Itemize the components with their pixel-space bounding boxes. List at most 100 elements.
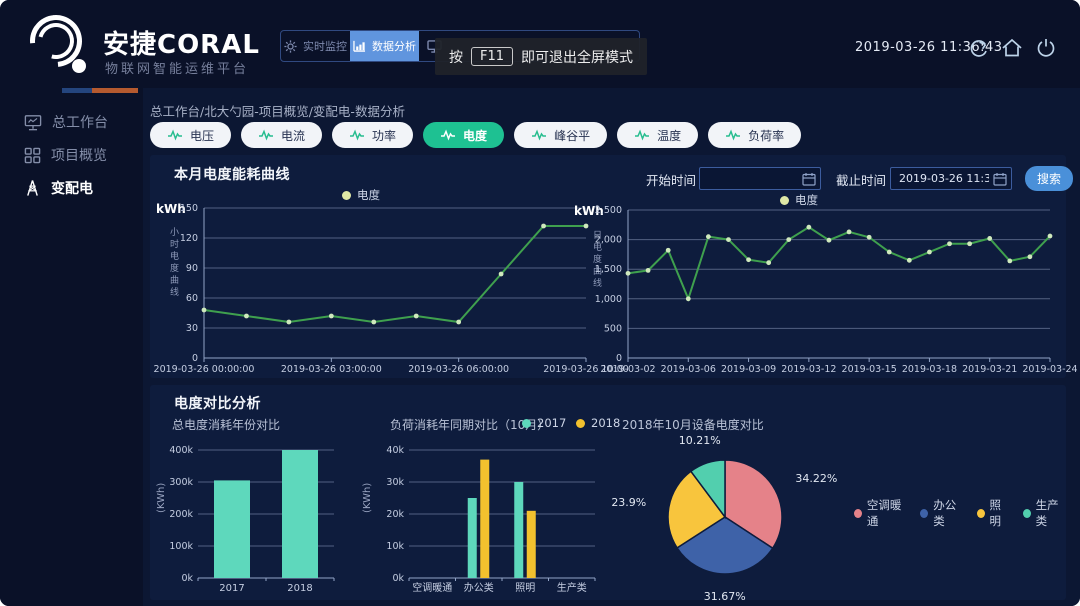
hourly-energy-line-chart: 03060901201502019-03-26 00:00:002019-03-… [158,195,596,381]
tab-label: 峰谷平 [554,127,590,144]
sidebar-top-indicator [62,88,138,93]
home-icon[interactable] [1000,36,1024,60]
svg-text:200k: 200k [169,509,193,520]
brand-logo [30,15,90,75]
nav-tab-realtime[interactable]: 实时监控 [281,31,350,61]
pulse-icon [167,129,183,141]
svg-text:2019-03-21: 2019-03-21 [962,364,1017,375]
svg-text:500: 500 [604,323,622,334]
search-button[interactable]: 搜索 [1025,166,1073,191]
svg-text:40k: 40k [386,445,404,456]
app-subtitle: 物联网智能运维平台 [105,58,249,77]
svg-text:1,500: 1,500 [595,264,622,275]
svg-text:150: 150 [180,203,198,214]
energy-comparison-panel: 电度对比分析 总电度消耗年份对比 (KWh) 0k100k200k300k400… [150,385,1066,600]
calendar-icon[interactable] [993,172,1007,186]
svg-text:照明: 照明 [515,582,535,594]
end-time-label: 截止时间 [836,170,886,189]
nav-tab-data-analysis[interactable]: 数据分析 [350,31,419,61]
svg-text:10.21%: 10.21% [679,434,721,447]
pulse-icon [531,129,547,141]
power-distribution-icon [24,179,41,197]
sidebar-item-workbench[interactable]: 总工作台 [0,106,143,138]
legend-label[interactable]: 办公类 [933,497,963,529]
energy-curve-panel: 本月电度能耗曲线 电度 kWh 小时电度曲线 03060901201502019… [150,155,1066,378]
pie-legend: 空调暖通 办公类 照明 生产类 [854,497,1066,529]
svg-text:2019-03-24: 2019-03-24 [1022,364,1077,375]
legend-label[interactable]: 空调暖通 [867,497,907,529]
back-icon[interactable] [966,36,990,60]
sidebar-item-label: 变配电 [51,178,93,198]
sidebar-item-label: 项目概览 [51,145,107,165]
legend-dot [854,509,862,518]
svg-text:10k: 10k [386,541,404,552]
workstation-icon [24,114,42,131]
legend-label[interactable]: 照明 [990,497,1010,529]
legend-label[interactable]: 生产类 [1036,497,1066,529]
svg-text:2019-03-02: 2019-03-02 [600,364,655,375]
calendar-icon[interactable] [802,172,816,186]
tab-label: 电流 [281,127,305,144]
svg-text:2019-03-26 00:00:00: 2019-03-26 00:00:00 [154,364,255,375]
metric-tabs: 电压 电流 功率 电度 峰谷平 温度 负荷率 [150,122,801,148]
legend-dot [1023,509,1031,518]
svg-text:2019-03-26 06:00:00: 2019-03-26 06:00:00 [408,364,509,375]
panel-title: 本月电度能耗曲线 [174,164,290,184]
tab-temperature[interactable]: 温度 [617,122,698,148]
sidebar: 总工作台 项目概览 变配电 [0,94,143,606]
tab-label: 温度 [657,127,681,144]
pulse-icon [440,129,456,141]
svg-text:2,000: 2,000 [595,235,622,246]
svg-text:2019-03-09: 2019-03-09 [721,364,776,375]
svg-text:0: 0 [616,353,622,364]
svg-text:60: 60 [186,293,198,304]
sidebar-item-power-distribution[interactable]: 变配电 [0,172,143,204]
pulse-icon [258,129,274,141]
toast-text: 即可退出全屏模式 [521,47,633,67]
tab-peak-valley[interactable]: 峰谷平 [514,122,607,148]
start-time-label: 开始时间 [646,170,696,189]
y-axis-name: (KWh) [362,483,373,513]
tab-label: 电度 [463,127,487,144]
svg-text:34.22%: 34.22% [795,472,837,485]
svg-text:20k: 20k [386,509,404,520]
tab-current[interactable]: 电流 [241,122,322,148]
sidebar-item-label: 总工作台 [52,112,108,132]
tab-energy[interactable]: 电度 [423,122,504,148]
svg-text:2018: 2018 [287,583,312,594]
svg-text:0k: 0k [392,573,404,584]
svg-text:0k: 0k [181,573,193,584]
daily-energy-line-chart: 05001,0001,5002,0002,5002019-03-022019-0… [590,195,1062,381]
legend-dot [977,509,985,518]
svg-text:120: 120 [180,233,198,244]
tab-label: 负荷率 [748,127,784,144]
sidebar-item-projects[interactable]: 项目概览 [0,139,143,171]
power-icon[interactable] [1034,36,1058,60]
pulse-icon [634,129,650,141]
tab-power[interactable]: 功率 [332,122,413,148]
nav-tab-label: 数据分析 [372,38,416,54]
bar-chart-icon [353,40,366,52]
svg-text:2019-03-06: 2019-03-06 [661,364,716,375]
yearly-bar-chart: 0k100k200k300k400k20172018 [166,427,371,595]
svg-text:2017: 2017 [219,583,244,594]
svg-text:400k: 400k [169,445,193,456]
toast-text: 按 [449,47,463,67]
tab-label: 功率 [372,127,396,144]
svg-text:2019-03-15: 2019-03-15 [842,364,897,375]
svg-text:100k: 100k [169,541,193,552]
svg-text:2,500: 2,500 [595,205,622,216]
svg-text:2019-03-12: 2019-03-12 [781,364,836,375]
svg-text:办公类: 办公类 [464,581,494,594]
svg-text:0: 0 [192,353,198,364]
panel-title: 电度对比分析 [174,393,261,413]
svg-text:生产类: 生产类 [557,581,587,594]
svg-text:空调暖通: 空调暖通 [412,581,452,594]
nav-tab-label: 实时监控 [303,38,347,54]
tab-load-rate[interactable]: 负荷率 [708,122,801,148]
tab-label: 电压 [190,127,214,144]
tab-voltage[interactable]: 电压 [150,122,231,148]
pulse-icon [349,129,365,141]
svg-text:2019-03-26 03:00:00: 2019-03-26 03:00:00 [281,364,382,375]
overview-icon [24,147,41,164]
